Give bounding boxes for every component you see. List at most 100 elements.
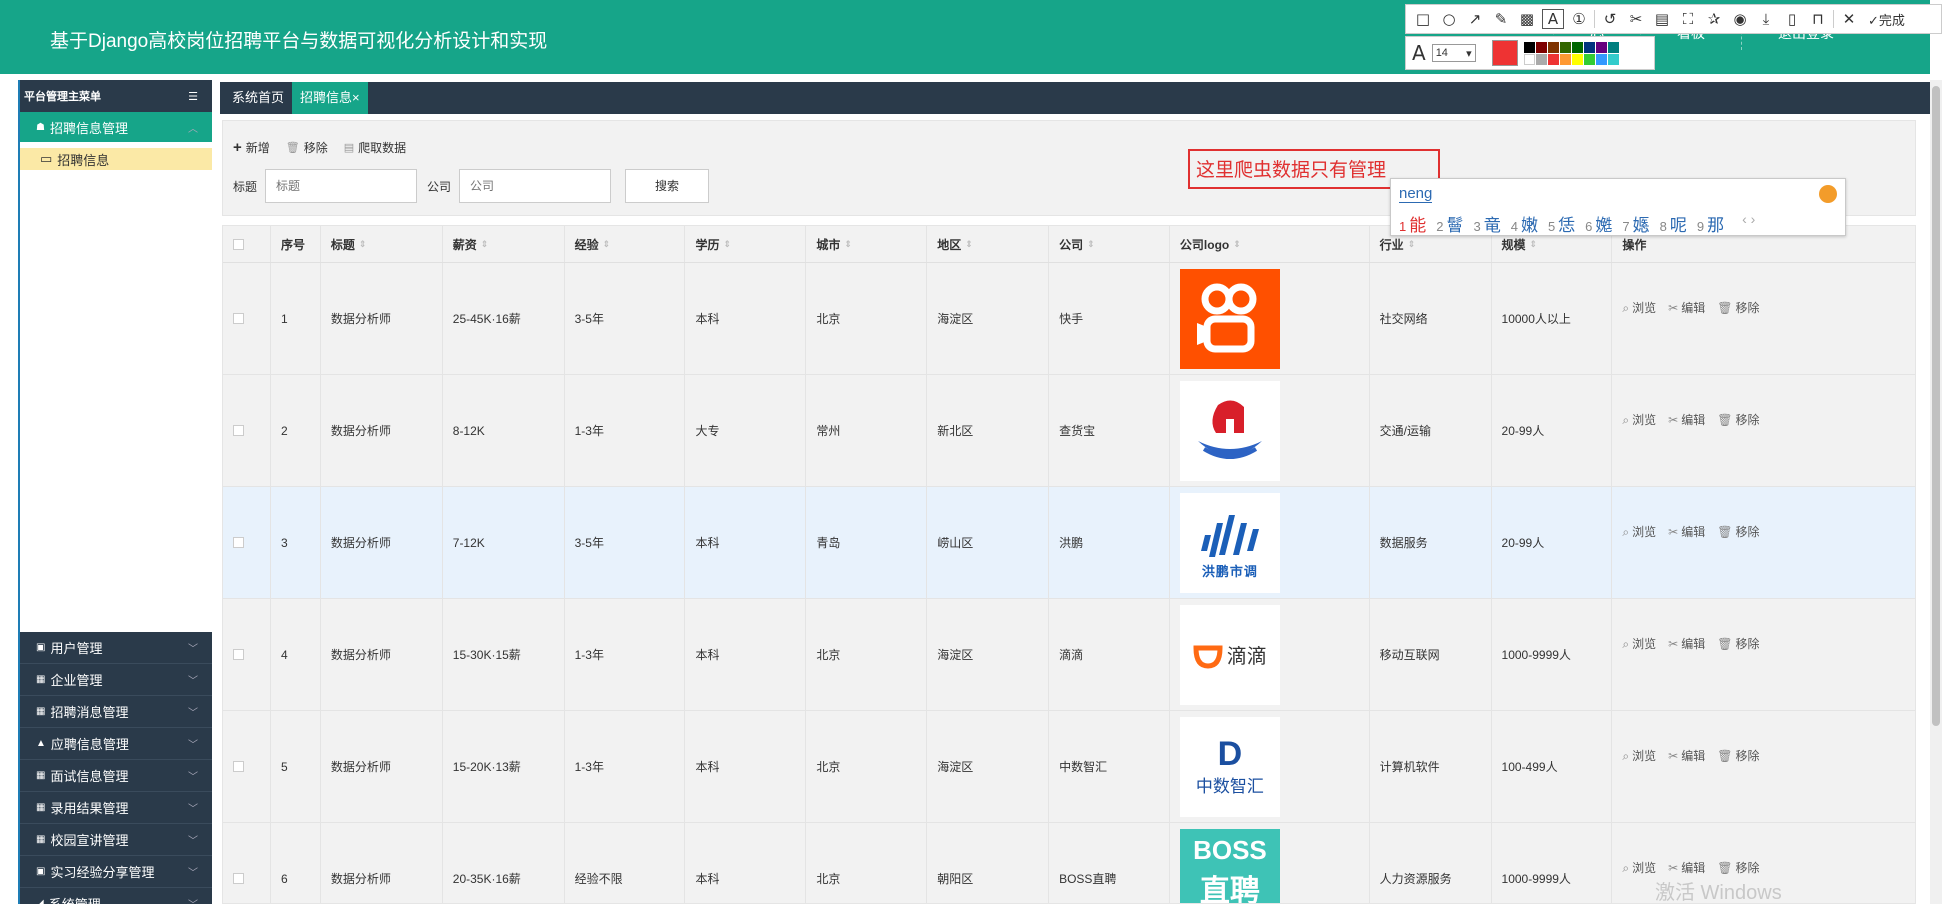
sort-icon[interactable]: ⇕ xyxy=(481,239,489,250)
ime-candidate[interactable]: 8呢 xyxy=(1660,211,1687,236)
ime-candidate[interactable]: 4嫩 xyxy=(1511,211,1538,236)
select-all-checkbox-cell[interactable] xyxy=(223,226,271,262)
remove-row-button[interactable]: 🗑 移除 xyxy=(1717,411,1759,428)
color-swatch[interactable] xyxy=(1607,53,1619,65)
view-button[interactable]: ⌕ 浏览 xyxy=(1622,523,1656,540)
sort-icon[interactable]: ⇕ xyxy=(724,239,732,250)
text-icon[interactable]: A xyxy=(1542,9,1564,29)
color-swatch[interactable] xyxy=(1595,41,1607,53)
mosaic-icon[interactable]: ▩ xyxy=(1516,10,1538,28)
view-button[interactable]: ⌕ 浏览 xyxy=(1622,859,1656,876)
sort-icon[interactable]: ⇕ xyxy=(1087,239,1095,250)
sort-icon[interactable]: ⇕ xyxy=(1530,239,1538,250)
view-button[interactable]: ⌕ 浏览 xyxy=(1622,747,1656,764)
color-swatch[interactable] xyxy=(1559,53,1571,65)
row-checkbox[interactable] xyxy=(233,873,244,884)
ime-candidate[interactable]: 3竜 xyxy=(1473,211,1500,236)
current-color-swatch[interactable] xyxy=(1491,40,1518,66)
remove-button[interactable]: 🗑 移除 xyxy=(286,139,328,156)
view-button[interactable]: ⌕ 浏览 xyxy=(1622,635,1656,652)
table-row[interactable]: 5 数据分析师 15-20K·13薪 1-3年 本科 北京 海淀区 中数智汇 D 中数智汇 计算机软… xyxy=(223,711,1915,823)
color-swatch[interactable] xyxy=(1547,41,1559,53)
color-swatch[interactable] xyxy=(1595,53,1607,65)
table-row[interactable]: 3 数据分析师 7-12K 3-5年 本科 青岛 崂山区 洪鹏 洪鹏市调 数据服务 20-99人 ⌕ 浏… xyxy=(223,487,1915,599)
row-checkbox[interactable] xyxy=(233,761,244,772)
table-row[interactable]: 4 数据分析师 15-30K·15薪 1-3年 本科 北京 海淀区 滴滴 滴滴 移动互联网 1000… xyxy=(223,599,1915,711)
select-all-checkbox[interactable] xyxy=(233,238,244,250)
color-swatch[interactable] xyxy=(1547,53,1559,65)
column-header[interactable]: 城市 ⇕ xyxy=(806,226,928,262)
sidebar-item[interactable]: ◢ 系统管理 ﹀ xyxy=(20,888,212,904)
column-header[interactable]: 学历 ⇕ xyxy=(685,226,807,262)
color-swatch[interactable] xyxy=(1523,53,1535,65)
number-icon[interactable]: ① xyxy=(1568,10,1590,28)
save-icon[interactable]: ▯ xyxy=(1781,10,1803,28)
color-swatch[interactable] xyxy=(1535,41,1547,53)
scrollbar-thumb[interactable] xyxy=(1932,86,1940,726)
color-swatch[interactable] xyxy=(1571,53,1583,65)
sort-icon[interactable]: ⇕ xyxy=(603,239,611,250)
ocr-icon[interactable]: ▤ xyxy=(1651,10,1673,28)
pen-icon[interactable]: ✎ xyxy=(1490,10,1512,28)
edit-button[interactable]: ✂ 编辑 xyxy=(1668,299,1705,316)
title-search-input[interactable] xyxy=(265,169,418,203)
color-swatch[interactable] xyxy=(1583,41,1595,53)
remove-row-button[interactable]: 🗑 移除 xyxy=(1717,635,1759,652)
close-icon[interactable]: ✕ xyxy=(1838,10,1860,28)
table-row[interactable]: 2 数据分析师 8-12K 1-3年 大专 常州 新北区 查货宝 交通/运输 20-99人 ⌕ 浏览 ✂… xyxy=(223,375,1915,487)
bookmark-icon[interactable]: ⊓ xyxy=(1807,10,1829,28)
record-icon[interactable]: ◉ xyxy=(1729,10,1751,28)
sidebar-group-recruitment[interactable]: ☗ 招聘信息管理 ︿ xyxy=(20,112,212,142)
done-button[interactable]: ✓完成 xyxy=(1868,10,1905,29)
ime-candidate[interactable]: 6嬔 xyxy=(1585,211,1612,236)
column-header[interactable]: 薪资 ⇕ xyxy=(443,226,565,262)
remove-row-button[interactable]: 🗑 移除 xyxy=(1717,523,1759,540)
sidebar-item[interactable]: ▲ 应聘信息管理 ﹀ xyxy=(20,728,212,760)
sort-icon[interactable]: ⇕ xyxy=(1233,239,1241,250)
edit-button[interactable]: ✂ 编辑 xyxy=(1668,635,1705,652)
search-button[interactable]: 搜索 xyxy=(625,169,710,203)
row-checkbox[interactable] xyxy=(233,425,244,436)
edit-button[interactable]: ✂ 编辑 xyxy=(1668,859,1705,876)
color-swatch[interactable] xyxy=(1607,41,1619,53)
sort-icon[interactable]: ⇕ xyxy=(965,239,973,250)
font-size-select[interactable]: 14 ▾ xyxy=(1431,44,1476,62)
company-search-input[interactable] xyxy=(459,169,612,203)
rect-icon[interactable]: □ xyxy=(1412,10,1434,28)
view-button[interactable]: ⌕ 浏览 xyxy=(1622,299,1656,316)
sidebar-item[interactable]: ▦ 校园宣讲管理 ﹀ xyxy=(20,824,212,856)
color-swatch[interactable] xyxy=(1571,41,1583,53)
sort-icon[interactable]: ⇕ xyxy=(844,239,852,250)
sidebar-item[interactable]: ▦ 面试信息管理 ﹀ xyxy=(20,760,212,792)
color-swatch[interactable] xyxy=(1535,53,1547,65)
ime-candidate[interactable]: 9那 xyxy=(1697,211,1724,236)
ime-candidate[interactable]: 1能 xyxy=(1399,211,1426,236)
edit-button[interactable]: ✂ 编辑 xyxy=(1668,411,1705,428)
arrow-icon[interactable]: ↗ xyxy=(1464,10,1486,28)
edit-button[interactable]: ✂ 编辑 xyxy=(1668,747,1705,764)
column-header[interactable]: 地区 ⇕ xyxy=(927,226,1050,262)
sort-icon[interactable]: ⇕ xyxy=(359,239,367,250)
ime-page-nav[interactable]: ‹ › xyxy=(1742,211,1755,236)
sort-icon[interactable]: ⇕ xyxy=(1408,239,1416,250)
crop-icon[interactable]: ✂ xyxy=(1625,10,1647,28)
color-swatch[interactable] xyxy=(1583,53,1595,65)
sidebar-item-recruitment-info[interactable]: ▭ 招聘信息 xyxy=(20,148,212,170)
view-button[interactable]: ⌕ 浏览 xyxy=(1622,411,1656,428)
tab-home[interactable]: 系统首页 xyxy=(224,82,292,114)
ime-candidate[interactable]: 7嫕 xyxy=(1622,211,1649,236)
remove-row-button[interactable]: 🗑 移除 xyxy=(1717,747,1759,764)
row-checkbox[interactable] xyxy=(233,649,244,660)
menu-toggle-icon[interactable]: ☰ xyxy=(188,90,198,103)
ellipse-icon[interactable]: ○ xyxy=(1438,10,1460,28)
ime-candidate[interactable]: 2鬙 xyxy=(1436,211,1463,236)
add-button[interactable]: + 新增 xyxy=(233,139,270,156)
page-scrollbar[interactable] xyxy=(1930,80,1942,904)
color-swatch[interactable] xyxy=(1559,41,1571,53)
row-checkbox[interactable] xyxy=(233,313,244,324)
row-checkbox[interactable] xyxy=(233,537,244,548)
color-swatch[interactable] xyxy=(1523,41,1535,53)
pin-icon[interactable]: ✰ xyxy=(1703,10,1725,28)
sidebar-item[interactable]: ▣ 实习经验分享管理 ﹀ xyxy=(20,856,212,888)
scan-icon[interactable]: ⛶ xyxy=(1677,10,1699,28)
